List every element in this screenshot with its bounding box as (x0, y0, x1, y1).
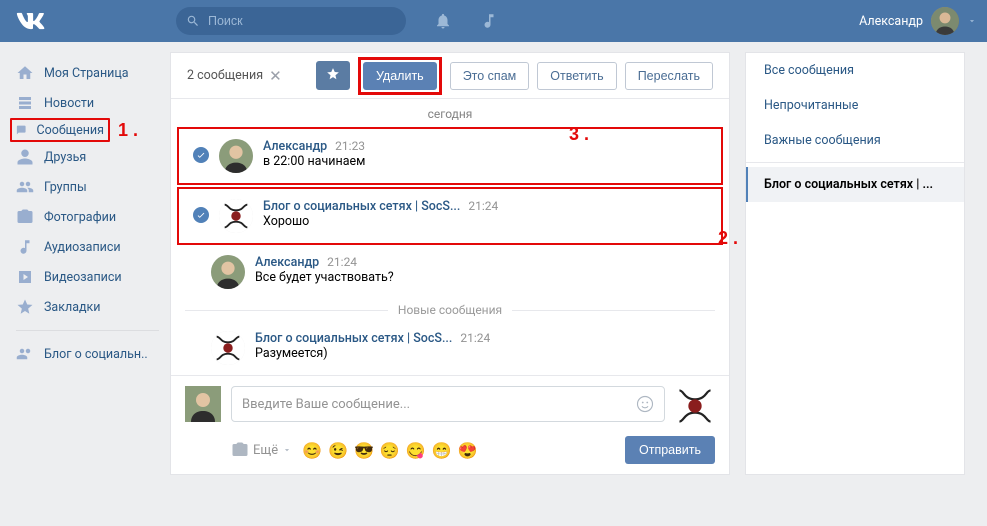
nav-label: Фотографии (44, 210, 116, 225)
filter-active-chat[interactable]: Блог о социальных сетях | ... (746, 167, 964, 202)
nav-bookmarks[interactable]: Закладки (10, 292, 165, 322)
reply-button[interactable]: Ответить (537, 62, 616, 90)
highlight-delete: Удалить (358, 57, 442, 95)
separator (746, 162, 964, 163)
emoji-icon[interactable] (636, 395, 654, 413)
avatar[interactable] (219, 199, 253, 233)
message-author[interactable]: Александр (263, 139, 327, 154)
nav-label: Закладки (44, 300, 101, 315)
avatar[interactable] (211, 255, 245, 289)
attach-button[interactable]: Ещё (231, 441, 292, 459)
delete-button[interactable]: Удалить (363, 62, 437, 90)
send-button[interactable]: Отправить (625, 436, 715, 464)
search-input[interactable] (208, 14, 388, 28)
chevron-down-icon (282, 445, 292, 455)
nav-news[interactable]: Новости (10, 88, 165, 118)
nav-label: Аудиозаписи (44, 240, 121, 255)
compose-avatar (185, 386, 221, 422)
message-time: 21:24 (468, 199, 498, 213)
compose-recipient-avatar[interactable] (675, 386, 715, 426)
message-author[interactable]: Александр (255, 255, 319, 270)
nav-label: Моя Страница (44, 66, 129, 81)
nav-label: Новости (44, 96, 94, 111)
emoji-picker[interactable]: 😊😉😎😔😋😁😍 (302, 441, 477, 460)
message-text: Хорошо (263, 214, 707, 230)
left-nav: Моя Страница Новости Сообщения 1 . Друзь… (0, 52, 165, 475)
nav-label: Видеозаписи (44, 270, 122, 285)
message-text: Все будет участвовать? (255, 270, 715, 286)
nav-photos[interactable]: Фотографии (10, 202, 165, 232)
star-button[interactable] (316, 61, 350, 90)
user-name: Александр (859, 14, 923, 29)
nav-label: Сообщения (36, 123, 104, 138)
user-menu[interactable]: Александр (859, 7, 977, 35)
nav-groups[interactable]: Группы (10, 172, 165, 202)
nav-friends[interactable]: Друзья (10, 142, 165, 172)
compose-placeholder: Введите Ваше сообщение... (242, 397, 410, 412)
action-bar: 2 сообщения ✕ Удалить Это спам Ответить … (171, 53, 729, 99)
nav-messages[interactable]: Сообщения (10, 118, 110, 142)
nav-label: Группы (44, 180, 87, 195)
right-panel: Все сообщения Непрочитанные Важные сообщ… (745, 52, 965, 475)
message-row[interactable]: Блог о социальных сетях | SocS... 21:24 Х… (177, 187, 723, 245)
nav-community[interactable]: Блог о социальн.. (10, 339, 165, 369)
message-author[interactable]: Блог о социальных сетях | SocS... (255, 331, 452, 346)
music-icon[interactable] (480, 12, 498, 30)
message-time: 21:24 (327, 255, 357, 269)
nav-label: Блог о социальн.. (44, 347, 148, 362)
nav-my-page[interactable]: Моя Страница (10, 58, 165, 88)
message-text: в 22:00 начинаем (263, 154, 707, 170)
clear-selection-button[interactable]: ✕ (269, 67, 282, 85)
check-icon (193, 207, 209, 223)
selection-count: 2 сообщения ✕ (187, 67, 282, 85)
search-icon (186, 14, 200, 28)
search-box[interactable] (176, 7, 406, 35)
date-separator: сегодня (171, 99, 729, 127)
notifications-icon[interactable] (434, 12, 452, 30)
message-text: Разумеется) (255, 346, 715, 362)
new-messages-separator: Новые сообщения (185, 303, 715, 317)
filter-unread[interactable]: Непрочитанные (746, 88, 964, 123)
compose-area: Введите Ваше сообщение... Ещё 😊😉😎😔😋😁😍 От… (171, 375, 729, 474)
message-author[interactable]: Блог о социальных сетях | SocS... (263, 199, 460, 214)
message-time: 21:24 (460, 331, 490, 345)
vk-logo[interactable] (16, 6, 46, 36)
compose-input[interactable]: Введите Ваше сообщение... (231, 386, 665, 422)
nav-separator (16, 330, 159, 331)
nav-label: Друзья (44, 150, 86, 165)
avatar[interactable] (219, 139, 253, 173)
message-time: 21:23 (335, 139, 365, 153)
spam-button[interactable]: Это спам (450, 62, 530, 90)
avatar[interactable] (211, 331, 245, 365)
forward-button[interactable]: Переслать (625, 62, 713, 90)
annotation-1: 1 . (118, 121, 138, 139)
message-row[interactable]: Александр 21:24 Все будет участвовать? (171, 245, 729, 299)
avatar (931, 7, 959, 35)
chevron-down-icon (967, 16, 977, 26)
filter-all[interactable]: Все сообщения (746, 53, 964, 88)
chat-panel: 2 сообщения ✕ Удалить Это спам Ответить … (170, 52, 730, 475)
check-icon (193, 147, 209, 163)
nav-video[interactable]: Видеозаписи (10, 262, 165, 292)
filter-important[interactable]: Важные сообщения (746, 123, 964, 158)
nav-audio[interactable]: Аудиозаписи (10, 232, 165, 262)
message-row[interactable]: Александр 21:23 в 22:00 начинаем (177, 127, 723, 185)
message-row[interactable]: Блог о социальных сетях | SocS... 21:24 Р… (171, 321, 729, 375)
topbar: Александр (0, 0, 987, 42)
